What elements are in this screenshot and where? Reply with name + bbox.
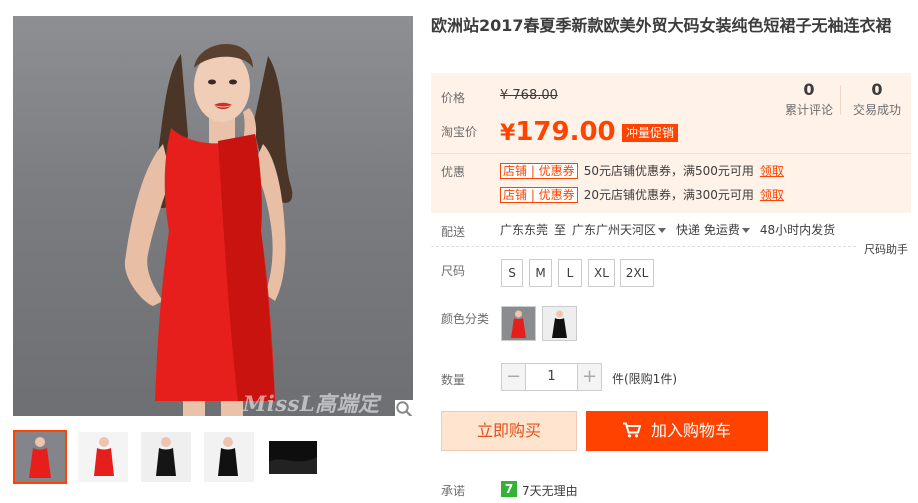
delivery-label: 配送 xyxy=(441,225,466,239)
promise-text[interactable]: 7天无理由 xyxy=(522,482,578,499)
quantity-limit-text: 件(限购1件) xyxy=(612,372,677,386)
promise-label: 承诺 xyxy=(441,484,466,498)
quantity-increase-button[interactable]: + xyxy=(577,363,602,391)
size-option-l[interactable]: L xyxy=(558,259,582,287)
search-icon xyxy=(396,401,413,416)
thumbnail-1[interactable] xyxy=(13,430,67,484)
review-stat[interactable]: 0 累计评论 xyxy=(774,81,844,118)
review-count: 0 xyxy=(803,80,815,99)
black-fabric-detail-thumb xyxy=(267,432,317,482)
stat-divider xyxy=(840,85,841,115)
buy-now-button[interactable]: 立即购买 xyxy=(441,411,577,451)
red-dress-front-thumb xyxy=(15,432,65,482)
original-price: ¥ 768.00 xyxy=(500,88,558,103)
thumbnail-4[interactable] xyxy=(202,430,256,484)
quantity-input[interactable]: 1 xyxy=(526,363,577,391)
claim-coupon-link[interactable]: 领取 xyxy=(760,164,784,178)
section-divider xyxy=(431,246,856,247)
size-option-xl[interactable]: XL xyxy=(588,259,615,287)
coupon-tag: 店铺 | 优惠券 xyxy=(500,162,578,179)
coupon-label: 优惠 xyxy=(441,165,466,179)
sales-stat: 0 交易成功 xyxy=(842,81,912,118)
thumbnail-3[interactable] xyxy=(139,430,193,484)
black-dress-front-thumb xyxy=(141,432,191,482)
currency-symbol: ¥ xyxy=(500,121,516,146)
sales-count: 0 xyxy=(871,80,883,99)
size-option-2xl[interactable]: 2XL xyxy=(620,259,654,287)
current-price: ¥179.00 xyxy=(500,117,616,147)
promo-badge: 冲量促销 xyxy=(622,124,679,142)
review-label: 累计评论 xyxy=(784,103,833,117)
zoom-button[interactable] xyxy=(395,400,413,416)
dispatch-time: 48小时内发货 xyxy=(759,223,836,237)
color-option-red[interactable] xyxy=(501,306,536,341)
main-product-image[interactable]: MissL高端定 xyxy=(13,16,413,416)
coupon-text: 20元店铺优惠券，满300元可用 xyxy=(583,187,754,202)
coupon-row-2: 店铺 | 优惠券 20元店铺优惠券，满300元可用 领取 xyxy=(500,185,784,203)
cart-icon xyxy=(622,422,641,438)
black-dress-swatch xyxy=(543,307,576,340)
model-photo xyxy=(124,43,293,416)
sales-label: 交易成功 xyxy=(852,103,901,117)
price-amount: 179.00 xyxy=(515,117,616,147)
thumbnail-strip xyxy=(13,430,333,486)
thumbnail-5[interactable] xyxy=(265,430,319,484)
seven-day-return-icon: 7 xyxy=(501,481,517,497)
add-to-cart-button[interactable]: 加入购物车 xyxy=(586,411,768,451)
coupon-text: 50元店铺优惠券，满500元可用 xyxy=(583,163,754,178)
price-label: 价格 xyxy=(441,91,466,105)
image-watermark: MissL高端定 xyxy=(243,391,380,416)
size-helper-link[interactable]: 尺码助手 xyxy=(864,241,908,257)
taobao-price-label: 淘宝价 xyxy=(441,125,478,139)
color-option-black[interactable] xyxy=(542,306,577,341)
red-dress-swatch xyxy=(502,307,535,340)
destination-select[interactable]: 广东广州天河区 xyxy=(572,223,656,237)
red-dress-side-thumb xyxy=(78,432,128,482)
coupon-tag: 店铺 | 优惠券 xyxy=(500,186,578,203)
product-title: 欧洲站2017春夏季新款欧美外贸大码女装纯色短裙子无袖连衣裙 xyxy=(431,16,892,35)
delivery-info: 广东东莞至广东广州天河区 快递 免运费 48小时内发货 xyxy=(500,222,841,238)
claim-coupon-link[interactable]: 领取 xyxy=(760,188,784,202)
color-label: 颜色分类 xyxy=(441,312,490,326)
ship-from: 广东东莞 xyxy=(500,223,549,237)
thumbnail-2[interactable] xyxy=(76,430,130,484)
quantity-label: 数量 xyxy=(441,373,466,387)
size-option-m[interactable]: M xyxy=(529,259,552,287)
size-option-s[interactable]: S xyxy=(501,259,523,287)
size-label: 尺码 xyxy=(441,264,466,278)
price-divider xyxy=(431,153,911,154)
coupon-row-1: 店铺 | 优惠券 50元店铺优惠券，满500元可用 领取 xyxy=(500,161,784,179)
price-panel: 价格 ¥ 768.00 0 累计评论 0 交易成功 淘宝价 ¥179.00 冲量… xyxy=(431,73,911,213)
shipping-method[interactable]: 快递 免运费 xyxy=(676,223,740,237)
chevron-down-icon[interactable] xyxy=(741,228,750,233)
quantity-decrease-button[interactable]: − xyxy=(501,363,526,391)
black-dress-side-thumb xyxy=(204,432,254,482)
chevron-down-icon[interactable] xyxy=(658,228,667,233)
ship-to-word: 至 xyxy=(554,223,567,237)
add-to-cart-label: 加入购物车 xyxy=(650,421,731,440)
